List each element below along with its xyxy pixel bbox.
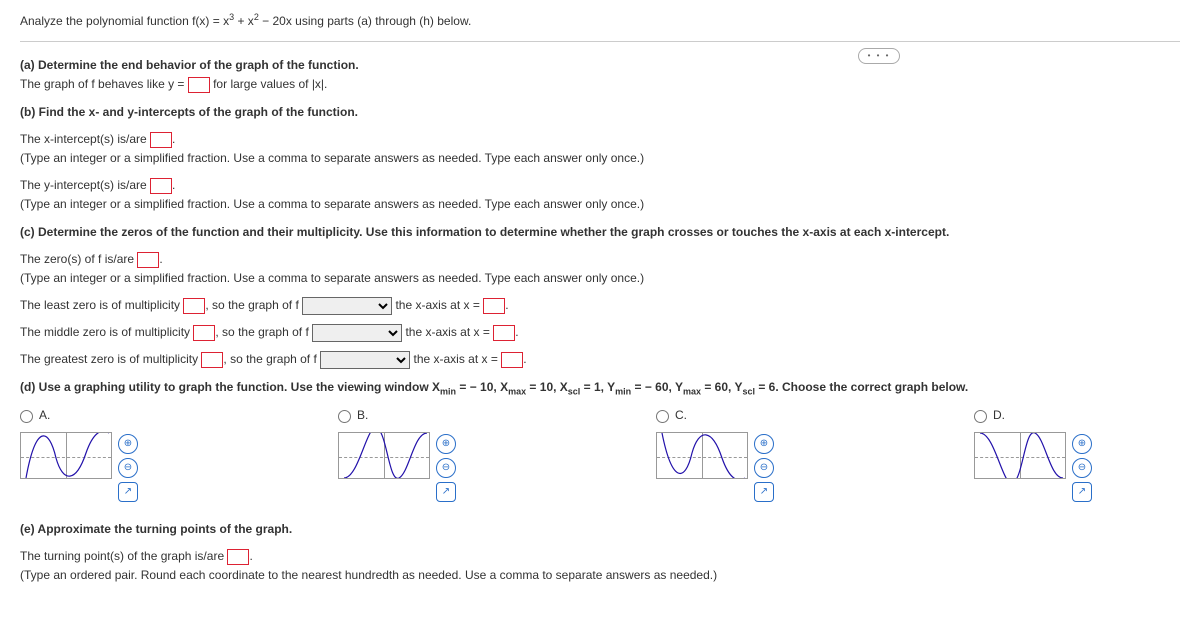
zoom-out-icon[interactable]: ⊖: [1072, 458, 1092, 478]
popout-icon[interactable]: ↗: [1072, 482, 1092, 502]
e-turning-input[interactable]: [227, 549, 249, 565]
ellipsis-pill[interactable]: • • •: [858, 48, 900, 64]
opt-d-label: D.: [993, 406, 1005, 425]
part-d-options: A. ⊕ ⊖ ↗ B. ⊕ ⊖: [20, 406, 1180, 501]
part-e-heading: (e) Approximate the turning points of th…: [20, 520, 1180, 539]
part-b-yline: The y-intercept(s) is/are .: [20, 176, 1180, 195]
part-c-heading: (c) Determine the zeros of the function …: [20, 223, 1180, 242]
c-middle-dropdown[interactable]: [312, 324, 402, 342]
part-a-line: The graph of f behaves like y = for larg…: [20, 75, 1180, 94]
c-greatest-x-input[interactable]: [501, 352, 523, 368]
zoom-in-icon[interactable]: ⊕: [118, 434, 138, 454]
opt-c-label: C.: [675, 406, 687, 425]
part-c-zeros-line: The zero(s) of f is/are .: [20, 250, 1180, 269]
part-c-least: The least zero is of multiplicity , so t…: [20, 296, 1180, 315]
zoom-out-icon[interactable]: ⊖: [754, 458, 774, 478]
c-zeros-input[interactable]: [137, 252, 159, 268]
divider: [20, 41, 1180, 42]
part-c-greatest: The greatest zero is of multiplicity , s…: [20, 350, 1180, 369]
part-e-hint: (Type an ordered pair. Round each coordi…: [20, 566, 1180, 585]
zoom-in-icon[interactable]: ⊕: [754, 434, 774, 454]
problem-intro: Analyze the polynomial function f(x) = x…: [20, 10, 1180, 37]
opt-d-graph: [974, 432, 1066, 479]
zoom-in-icon[interactable]: ⊕: [436, 434, 456, 454]
opt-b-label: B.: [357, 406, 368, 425]
popout-icon[interactable]: ↗: [754, 482, 774, 502]
opt-a-label: A.: [39, 406, 50, 425]
part-b-heading: (b) Find the x- and y-intercepts of the …: [20, 103, 1180, 122]
c-middle-mult-input[interactable]: [193, 325, 215, 341]
opt-c-graph: [656, 432, 748, 479]
opt-b-graph: [338, 432, 430, 479]
part-b-yhint: (Type an integer or a simplified fractio…: [20, 195, 1180, 214]
c-greatest-mult-input[interactable]: [201, 352, 223, 368]
popout-icon[interactable]: ↗: [436, 482, 456, 502]
part-d-heading: (d) Use a graphing utility to graph the …: [20, 378, 1180, 399]
zoom-out-icon[interactable]: ⊖: [118, 458, 138, 478]
c-least-x-input[interactable]: [483, 298, 505, 314]
a-behavior-input[interactable]: [188, 77, 210, 93]
opt-d-radio[interactable]: [974, 410, 987, 423]
c-greatest-dropdown[interactable]: [320, 351, 410, 369]
zoom-in-icon[interactable]: ⊕: [1072, 434, 1092, 454]
opt-a-radio[interactable]: [20, 410, 33, 423]
opt-a-graph: [20, 432, 112, 479]
c-least-mult-input[interactable]: [183, 298, 205, 314]
part-c-middle: The middle zero is of multiplicity , so …: [20, 323, 1180, 342]
c-middle-x-input[interactable]: [493, 325, 515, 341]
part-b-xhint: (Type an integer or a simplified fractio…: [20, 149, 1180, 168]
b-xintercept-input[interactable]: [150, 132, 172, 148]
part-c-hint: (Type an integer or a simplified fractio…: [20, 269, 1180, 288]
part-b-xline: The x-intercept(s) is/are .: [20, 130, 1180, 149]
part-e-line: The turning point(s) of the graph is/are…: [20, 547, 1180, 566]
zoom-out-icon[interactable]: ⊖: [436, 458, 456, 478]
popout-icon[interactable]: ↗: [118, 482, 138, 502]
opt-c-radio[interactable]: [656, 410, 669, 423]
c-least-dropdown[interactable]: [302, 297, 392, 315]
part-a-heading: (a) Determine the end behavior of the gr…: [20, 56, 1180, 75]
b-yintercept-input[interactable]: [150, 178, 172, 194]
opt-b-radio[interactable]: [338, 410, 351, 423]
